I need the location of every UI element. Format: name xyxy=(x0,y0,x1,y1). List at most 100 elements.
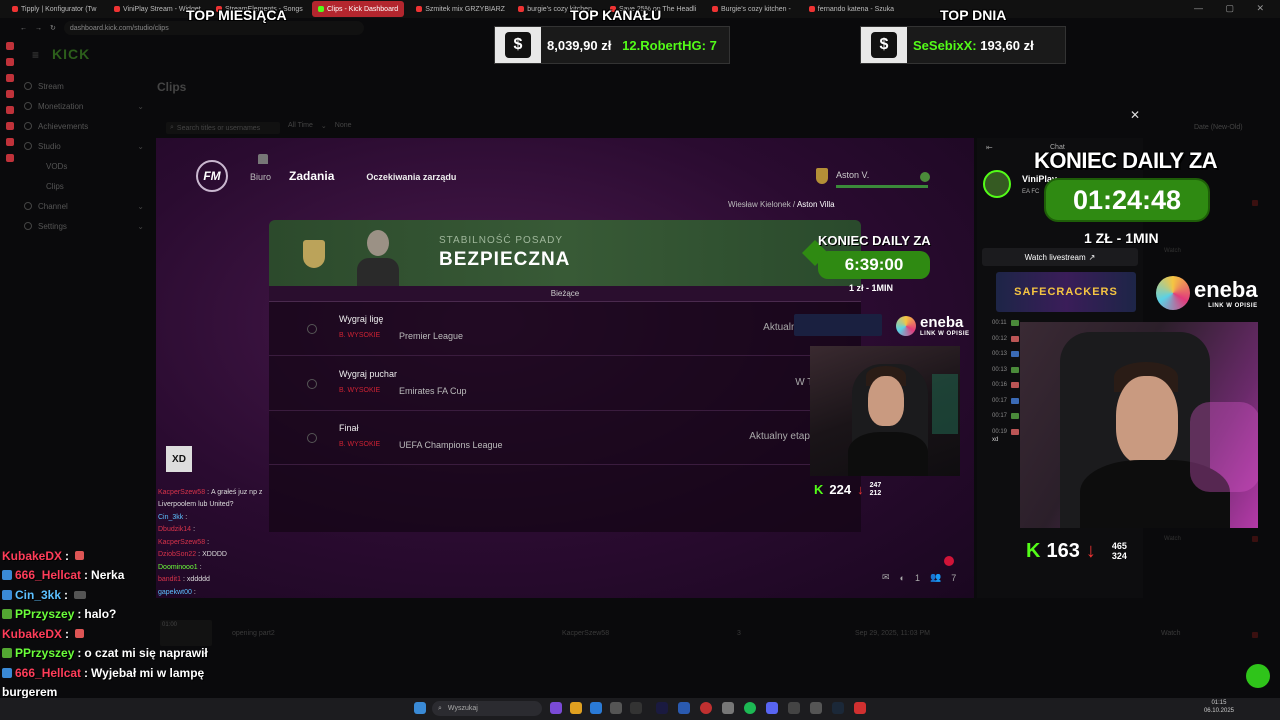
browser-tab[interactable]: fernando katena - Szuka xyxy=(803,1,899,17)
chevron-down-icon: ⌄ xyxy=(137,101,144,111)
chat-timestamp: 00:13 xyxy=(992,351,1008,357)
task-row[interactable]: Wygraj puchar B. WYSOKIE Emirates FA Cup W … xyxy=(269,357,861,411)
side-icon[interactable] xyxy=(6,74,14,82)
side-icon[interactable] xyxy=(6,154,14,162)
side-icon[interactable] xyxy=(6,42,14,50)
club-crest-icon xyxy=(816,168,828,184)
app-icon[interactable] xyxy=(788,702,800,714)
delete-icon[interactable] xyxy=(1252,200,1258,206)
spotify-icon[interactable] xyxy=(744,702,756,714)
mini-chat-line: Liverpoolem lub United? xyxy=(158,499,288,512)
browser-tab[interactable]: Szmitek mix GRZYBIARZ xyxy=(410,1,506,17)
side-icon[interactable] xyxy=(6,90,14,98)
discord-icon[interactable] xyxy=(766,702,778,714)
sidebar-item-studio[interactable]: Studio ⌄ xyxy=(24,136,144,156)
forward-icon[interactable]: → xyxy=(35,25,42,32)
app-icon[interactable] xyxy=(854,702,866,714)
sidebar-item-label: Achievements xyxy=(38,121,89,131)
edge-icon[interactable] xyxy=(590,702,602,714)
reload-icon[interactable]: ↻ xyxy=(50,24,56,32)
secondary-filter[interactable]: None xyxy=(335,122,352,134)
watch-button[interactable]: Watch xyxy=(1161,630,1181,637)
search-input[interactable]: ⌕ Search titles or usernames xyxy=(166,122,280,134)
mail-icon[interactable]: ✉ xyxy=(882,572,890,583)
taskbar-clock[interactable]: 01:15 06.10.2025 xyxy=(1204,700,1234,716)
time-filter[interactable]: All Time xyxy=(288,122,313,134)
side-icon[interactable] xyxy=(6,106,14,114)
sidebar-item-settings[interactable]: Settings ⌄ xyxy=(24,216,144,236)
webcam-small xyxy=(810,346,960,476)
chat-message-text: o czat mi się naprawił xyxy=(84,646,208,661)
taskbar-search[interactable]: ⌕ Wyszukaj xyxy=(432,701,542,716)
vegas-icon[interactable] xyxy=(656,702,668,714)
url-field[interactable]: dashboard.kick.com/studio/clips xyxy=(63,21,364,35)
sidebar-item-clips[interactable]: Clips xyxy=(24,176,144,196)
chat-message-text: Nerka xyxy=(91,568,125,583)
watch-button[interactable]: Watch xyxy=(1164,248,1181,254)
sidebar-item-monetization[interactable]: Monetization ⌄ xyxy=(24,96,144,116)
chat-username[interactable]: KacperSzew58 xyxy=(158,489,205,496)
app-icon[interactable] xyxy=(610,702,622,714)
steam-icon[interactable] xyxy=(832,702,844,714)
record-indicator xyxy=(944,556,954,566)
sidebar-item-stream[interactable]: Stream xyxy=(24,76,144,96)
windows-start-icon[interactable] xyxy=(414,702,426,714)
sidebar-item-channel[interactable]: Channel ⌄ xyxy=(24,196,144,216)
side-icon[interactable] xyxy=(6,58,14,66)
browser-tab[interactable]: Clips - Kick Dashboard xyxy=(312,1,405,17)
viewer-stats-big: K 163 ↓ 465 324 xyxy=(1026,540,1127,563)
delete-icon[interactable] xyxy=(1252,632,1258,638)
back-icon[interactable]: ← xyxy=(20,25,27,32)
stream-chat-overlay: KubakeDX :666_Hellcat : Nerka Cin_3kk : PPr… xyxy=(2,546,212,720)
app-icon[interactable] xyxy=(722,702,734,714)
collapse-chat-icon[interactable]: ⇤ xyxy=(986,143,993,152)
opera-icon[interactable] xyxy=(700,702,712,714)
chat-username[interactable]: KacperSzew58 xyxy=(158,539,205,546)
nav-office[interactable]: Biuro xyxy=(250,172,271,182)
search-icon: ⌕ xyxy=(170,124,174,131)
game-banner[interactable]: SAFECRACKERS xyxy=(996,272,1136,312)
task-view-icon[interactable] xyxy=(550,702,562,714)
side-icon[interactable] xyxy=(6,138,14,146)
watch-livestream-button[interactable]: Watch livestream ↗ xyxy=(982,248,1138,266)
task-row[interactable]: Finał B. WYSOKIE UEFA Champions League Aktu… xyxy=(269,411,861,465)
eneba-name: eneba xyxy=(920,314,964,331)
app-icon[interactable] xyxy=(678,702,690,714)
dashboard-sidebar: Stream Monetization ⌄ Achievements Studio ⌄ VO… xyxy=(24,76,144,236)
tab-favicon-icon xyxy=(318,6,324,12)
clock-time: 01:15 xyxy=(1211,700,1227,706)
delete-icon[interactable] xyxy=(1252,536,1258,542)
browser-tab[interactable]: Tipply | Konfigurator (Tw xyxy=(6,1,102,17)
nav-tasks[interactable]: Zadania xyxy=(289,169,334,183)
kick-logo[interactable]: KICK xyxy=(52,46,90,62)
menu-icon[interactable]: ≡ xyxy=(32,48,39,62)
chat-fab-button[interactable] xyxy=(1246,664,1270,688)
chat-username: Cin_3kk xyxy=(15,587,62,602)
clip-date: Sep 29, 2025, 11:03 PM xyxy=(855,629,930,637)
badge-icon xyxy=(2,589,12,600)
task-row[interactable]: Wygraj ligę B. WYSOKIE Premier League Aktua… xyxy=(269,302,861,356)
sidebar-icon xyxy=(24,202,32,210)
stream-chat-line: 666_Hellcat : Wyjebał mi w lampę xyxy=(2,663,212,683)
job-security-panel: STABILNOŚĆ POSADY BEZPIECZNA xyxy=(269,220,861,286)
chat-username[interactable]: Dbudzik14 xyxy=(158,526,191,533)
watch-button[interactable]: Watch xyxy=(1164,536,1181,542)
window-controls[interactable]: — ▢ ✕ xyxy=(1194,3,1274,14)
badge-icon xyxy=(2,648,12,659)
sidebar-item-vods[interactable]: VODs xyxy=(24,156,144,176)
game-nav: Biuro Zadania Oczekiwania zarządu xyxy=(250,168,456,183)
browser-tab[interactable]: Burgie's cozy kitchen - xyxy=(706,1,797,17)
nav-board-expectations[interactable]: Oczekiwania zarządu xyxy=(366,172,456,182)
sidebar-item-achievements[interactable]: Achievements xyxy=(24,116,144,136)
chat-username[interactable]: Cin_3kk xyxy=(158,514,183,521)
clip-row[interactable]: 01:00 opening part2 KacperSzew58 3 Sep 2… xyxy=(160,618,1270,648)
office-icon xyxy=(258,154,268,164)
streamer-avatar[interactable] xyxy=(983,170,1011,198)
clip-author: KacperSzew58 xyxy=(562,629,610,637)
side-icon[interactable] xyxy=(6,122,14,130)
close-icon[interactable]: ✕ xyxy=(1130,108,1140,122)
app-icon[interactable] xyxy=(810,702,822,714)
sort-select[interactable]: Date (New-Old) xyxy=(1194,124,1243,131)
app-icon[interactable] xyxy=(630,702,642,714)
explorer-icon[interactable] xyxy=(570,702,582,714)
